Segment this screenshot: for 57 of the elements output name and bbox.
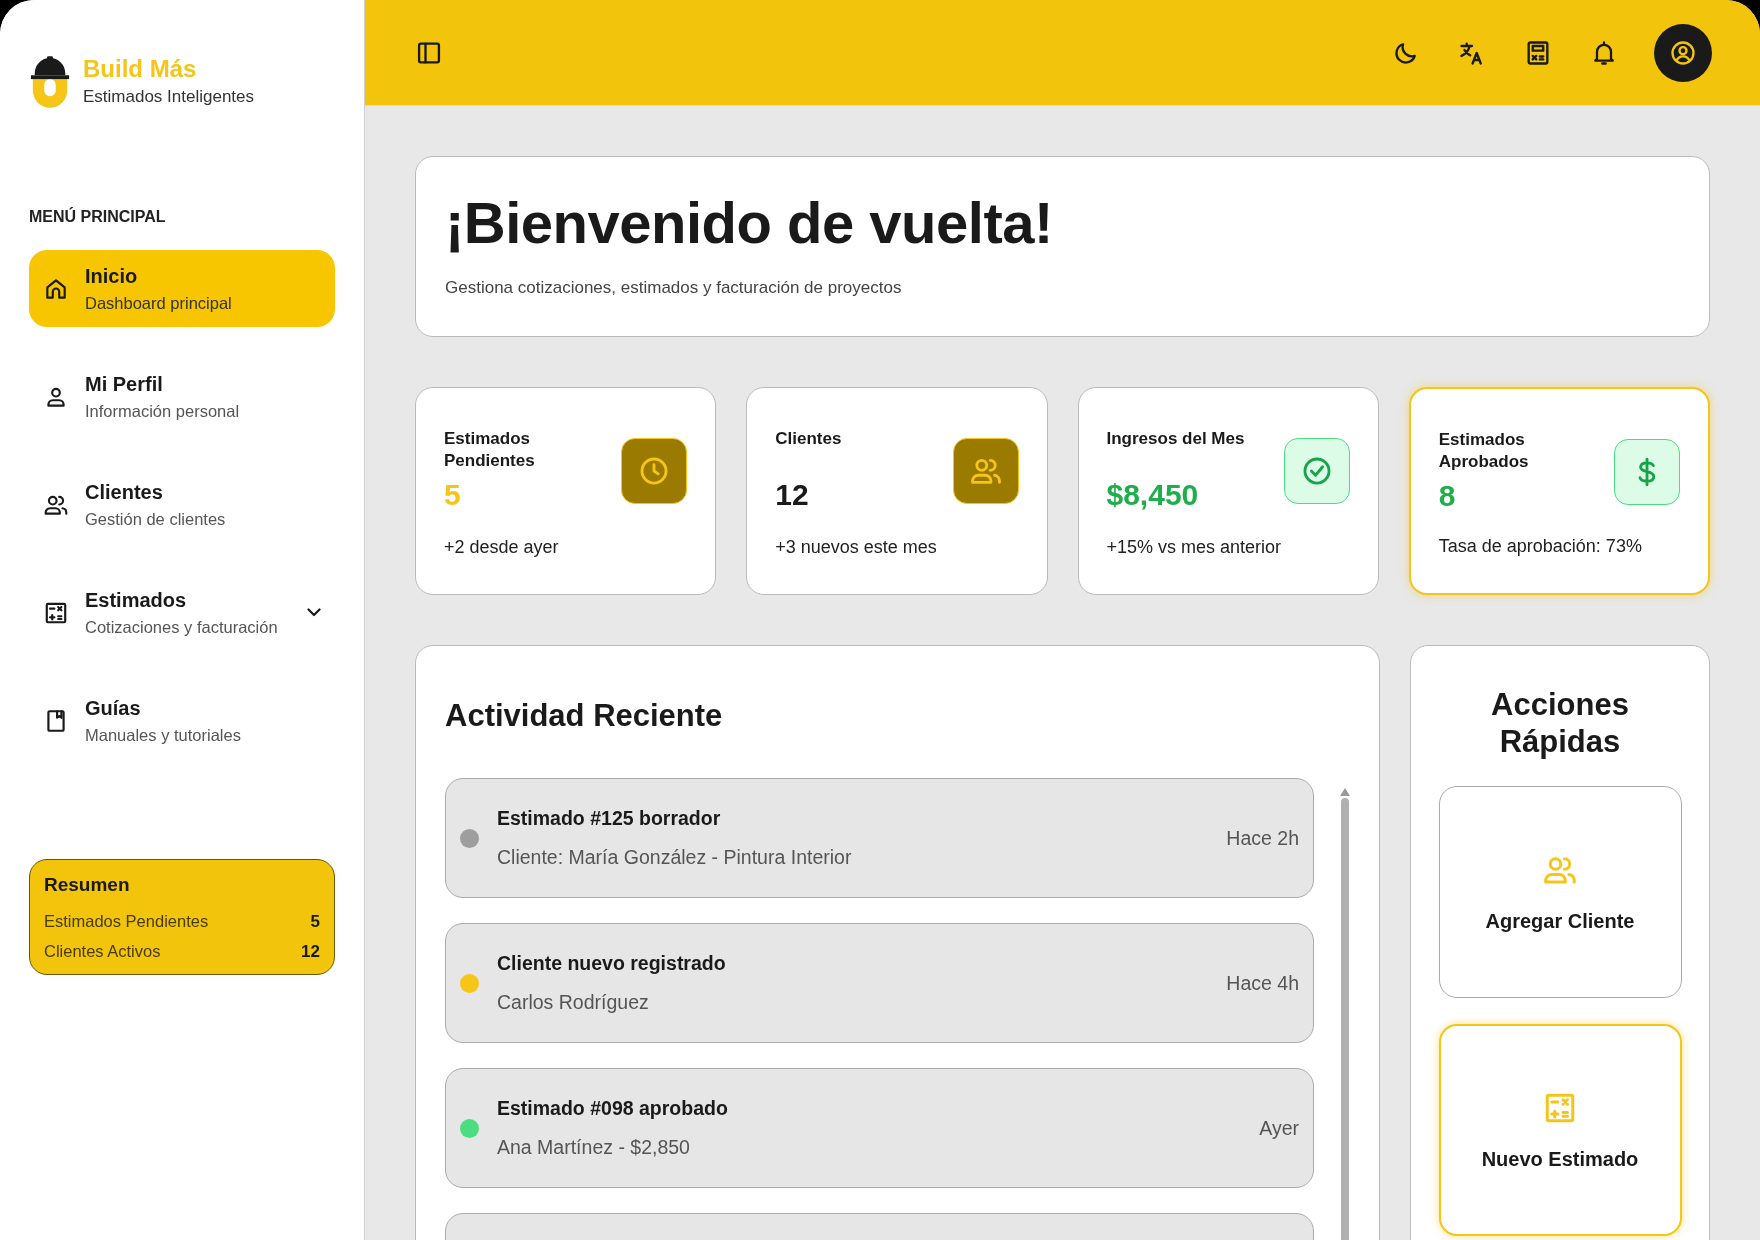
activity-time: Hace 2h (1226, 826, 1299, 850)
section-title: MENÚ PRINCIPAL (29, 208, 167, 226)
stat-label: Estimados Pendientes (444, 428, 536, 473)
nav-label: Guías (85, 696, 142, 720)
welcome-title: ¡Bienvenido de vuelta! (445, 189, 1054, 256)
stat-value: 5 (444, 478, 462, 513)
nav-description: Manuales y tutoriales (85, 725, 242, 745)
nav-item[interactable]: Estimados Cotizaciones y facturación (29, 574, 335, 651)
activity-detail: Ana Martínez - $2,850 (497, 1136, 691, 1159)
summary-value: 12 (301, 942, 320, 962)
activity-title-text: Cliente nuevo registrado (497, 952, 727, 975)
chevron-down-icon[interactable] (307, 608, 321, 617)
activity-detail: Carlos Rodríguez (497, 991, 650, 1014)
stat-label: Ingresos del Mes (1106, 428, 1245, 450)
activity-time: Ayer (1259, 1116, 1299, 1140)
stat-note: +2 desde ayer (444, 537, 560, 558)
activity-detail: Cliente: María González - Pintura Interior (497, 846, 853, 869)
quick-actions-title: Acciones Rápidas (1490, 686, 1630, 761)
nav-item[interactable]: Guías Manuales y tutoriales (29, 682, 335, 759)
stat-label: Estimados Aprobados (1438, 429, 1530, 474)
nav-label: Clientes (85, 480, 164, 504)
nav-label: Estimados (85, 588, 188, 612)
nav-item[interactable]: Inicio Dashboard principal (29, 250, 335, 327)
quick-action-button[interactable]: Nuevo Estimado (1438, 1024, 1682, 1237)
activity-item[interactable]: Cliente nuevo registrado Carlos Rodríguez Hace 4h (445, 923, 1314, 1043)
summary-value: 5 (310, 912, 320, 932)
nav-description: Gestión de clientes (85, 509, 227, 529)
stat-value: 12 (775, 478, 810, 512)
summary-label: Clientes Activos (44, 942, 161, 962)
nav-description: Cotizaciones y facturación (85, 617, 279, 637)
stat-value: $8,450 (1106, 478, 1200, 512)
stat-value: 8 (1438, 479, 1457, 514)
scroll-up-arrow-icon[interactable] (1340, 788, 1350, 796)
nav-description: Información personal (85, 401, 241, 421)
nav-description: Dashboard principal (85, 293, 233, 313)
brand-tagline: Estimados Inteligentes (83, 87, 255, 107)
user-icon (1669, 38, 1697, 67)
stat-note: +3 nuevos este mes (775, 537, 938, 558)
nav-label: Inicio (85, 264, 139, 288)
stat-note: +15% vs mes anterior (1106, 537, 1283, 558)
stat-note: Tasa de aprobación: 73% (1438, 536, 1643, 557)
welcome-subtitle: Gestiona cotizaciones, estimados y facturación de proyectos (445, 278, 903, 298)
nav-label: Mi Perfil (85, 372, 164, 396)
nav-item[interactable]: Mi Perfil Información personal (29, 358, 335, 435)
stat-label: Clientes (775, 428, 842, 450)
activity-item[interactable]: Estimado #125 borrador Cliente: María González - Pintura Interior Hace 2h (445, 778, 1314, 898)
activity-time: Hace 4h (1226, 971, 1299, 995)
quick-action-button[interactable]: Agregar Cliente (1438, 786, 1682, 999)
summary-title: Resumen (44, 874, 131, 896)
summary-label: Estimados Pendientes (44, 912, 209, 932)
activity-item[interactable]: Estimado #098 aprobado Ana Martínez - $2,850 Ayer (445, 1068, 1314, 1188)
brand-name: Build Más (83, 55, 198, 83)
activity-title-text: Estimado #098 aprobado (497, 1097, 729, 1120)
avatar-button[interactable] (1654, 23, 1712, 82)
activity-title: Actividad Reciente (445, 698, 724, 734)
activity-title-text: Estimado #125 borrador (497, 807, 722, 830)
nav-item[interactable]: Clientes Gestión de clientes (29, 466, 335, 543)
